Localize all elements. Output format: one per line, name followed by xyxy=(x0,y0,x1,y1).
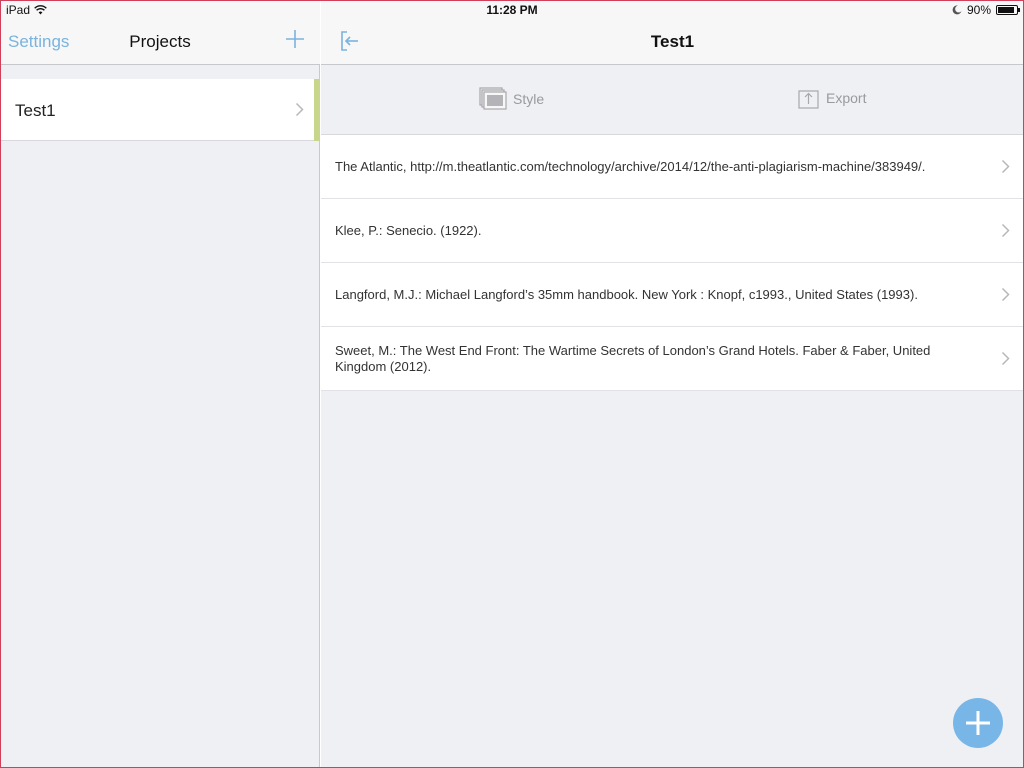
list-item[interactable]: Langford, M.J.: Michael Langford’s 35mm … xyxy=(321,263,1024,327)
reference-text: Klee, P.: Senecio. (1922). xyxy=(335,222,482,238)
list-item[interactable]: Klee, P.: Senecio. (1922). xyxy=(321,199,1024,263)
list-item[interactable]: The Atlantic, http://m.theatlantic.com/t… xyxy=(321,135,1024,199)
plus-icon xyxy=(966,711,990,735)
style-icon xyxy=(479,87,507,110)
add-reference-button[interactable] xyxy=(953,698,1003,748)
detail-title: Test1 xyxy=(650,32,695,51)
style-label: Style xyxy=(513,91,545,107)
chevron-right-icon xyxy=(1001,287,1010,302)
style-button[interactable]: Style xyxy=(479,87,544,111)
selection-indicator xyxy=(314,79,320,141)
status-bar: iPad 11:28 PM 90% xyxy=(0,0,1024,20)
reference-text: The Atlantic, http://m.theatlantic.com/t… xyxy=(335,158,926,174)
list-item[interactable]: Sweet, M.: The West End Front: The Warti… xyxy=(321,327,1024,391)
battery-percent: 90% xyxy=(966,3,991,17)
chevron-right-icon xyxy=(295,102,304,117)
reference-toolbar: Style Export xyxy=(321,65,1024,135)
chevron-right-icon xyxy=(1001,159,1010,174)
reference-list: The Atlantic, http://m.theatlantic.com/t… xyxy=(321,135,1024,391)
battery-icon xyxy=(996,5,1020,15)
chevron-right-icon xyxy=(1001,223,1010,238)
projects-pane: Settings Projects Test1 xyxy=(0,0,320,768)
export-icon xyxy=(798,90,819,109)
plus-icon[interactable] xyxy=(284,28,306,50)
export-button[interactable]: Export xyxy=(798,87,866,109)
project-label: Test1 xyxy=(15,101,56,120)
export-label: Export xyxy=(826,90,867,106)
battery-level xyxy=(998,7,1015,13)
status-time: 11:28 PM xyxy=(486,3,538,17)
project-detail-pane: Test1 Style Export The Atlantic, http://… xyxy=(321,0,1024,768)
projects-title: Projects xyxy=(129,32,191,51)
status-right: 90% xyxy=(952,3,1020,17)
moon-icon xyxy=(952,5,962,15)
chevron-right-icon xyxy=(1001,351,1010,366)
project-row-test1[interactable]: Test1 xyxy=(0,79,320,141)
reference-text: Langford, M.J.: Michael Langford’s 35mm … xyxy=(335,286,918,302)
reference-text: Sweet, M.: The West End Front: The Warti… xyxy=(335,342,931,374)
